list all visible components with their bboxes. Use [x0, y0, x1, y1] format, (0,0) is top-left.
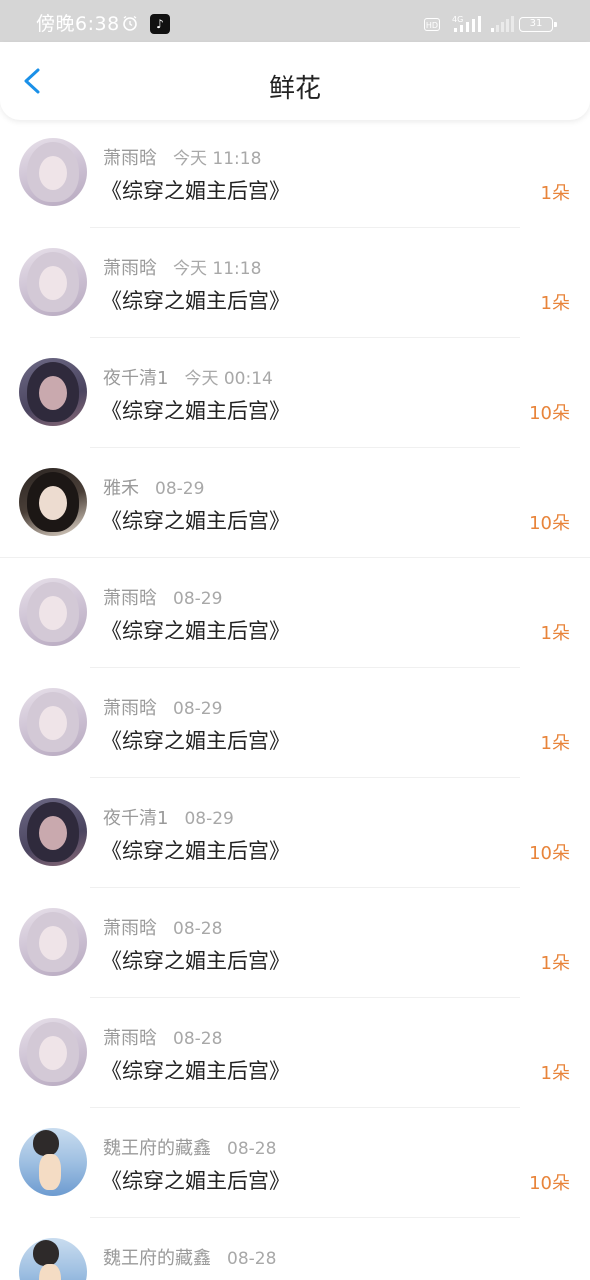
- page-title: 鲜花: [268, 74, 321, 104]
- avatar[interactable]: [19, 1018, 87, 1086]
- book-title[interactable]: 《综穿之媚主后宫》: [101, 285, 290, 315]
- item-time: 08-29: [155, 479, 205, 499]
- book-title[interactable]: 《综穿之媚主后宫》: [101, 615, 290, 645]
- avatar[interactable]: [19, 1238, 87, 1280]
- avatar[interactable]: [19, 688, 87, 756]
- item-time: 今天 00:14: [184, 369, 273, 389]
- book-title[interactable]: 《综穿之媚主后宫》: [101, 725, 290, 755]
- user-name[interactable]: 夜千清1: [103, 808, 168, 829]
- battery-icon: 31: [519, 17, 557, 32]
- list-item[interactable]: 魏王府的藏鑫 08-28 《综穿之媚主后宫》 10朵: [0, 1108, 590, 1218]
- flower-count: 10朵: [529, 1173, 570, 1194]
- tiktok-icon: ♪: [150, 14, 170, 34]
- book-title[interactable]: 《综穿之媚主后宫》: [101, 835, 290, 865]
- nav-bar: 鲜花: [0, 42, 590, 120]
- book-title[interactable]: 《综穿之媚主后宫》: [101, 505, 290, 535]
- list-item[interactable]: 夜千清1 今天 00:14 《综穿之媚主后宫》 10朵: [0, 338, 590, 448]
- book-title[interactable]: 《综穿之媚主后宫》: [101, 1165, 290, 1195]
- list-item[interactable]: 夜千清1 08-29 《综穿之媚主后宫》 10朵: [0, 778, 590, 888]
- secondary-signal-icon: [491, 16, 514, 32]
- item-meta: 夜千清1 今天 00:14: [103, 364, 273, 390]
- list-item[interactable]: 萧雨晗 今天 11:18 《综穿之媚主后宫》 1朵: [0, 118, 590, 228]
- user-name[interactable]: 萧雨晗: [103, 588, 157, 609]
- flower-count: 1朵: [540, 183, 570, 204]
- flower-count: 1朵: [540, 733, 570, 754]
- book-title[interactable]: 《综穿之媚主后宫》: [101, 945, 290, 975]
- item-meta: 萧雨晗 08-29: [103, 584, 222, 610]
- item-time: 08-28: [173, 1029, 223, 1049]
- item-meta: 魏王府的藏鑫 08-28: [103, 1244, 276, 1270]
- flower-count: 1朵: [540, 623, 570, 644]
- flower-list: 萧雨晗 今天 11:18 《综穿之媚主后宫》 1朵 萧雨晗 今天 11:18 《综穿…: [0, 118, 590, 1280]
- list-item[interactable]: 雅禾 08-29 《综穿之媚主后宫》 10朵: [0, 448, 590, 558]
- screen: 傍晚6:38 ♪ HD 4G 31 鲜花 萧雨晗 今天 11:18 《综穿之媚主…: [0, 0, 590, 1280]
- avatar[interactable]: [19, 798, 87, 866]
- item-meta: 夜千清1 08-29: [103, 804, 234, 830]
- avatar[interactable]: [19, 908, 87, 976]
- flower-count: 1朵: [540, 1063, 570, 1084]
- avatar[interactable]: [19, 468, 87, 536]
- flower-count: 1朵: [540, 953, 570, 974]
- list-item[interactable]: 萧雨晗 今天 11:18 《综穿之媚主后宫》 1朵: [0, 228, 590, 338]
- user-name[interactable]: 萧雨晗: [103, 698, 157, 719]
- item-time: 08-29: [173, 589, 223, 609]
- user-name[interactable]: 夜千清1: [103, 368, 168, 389]
- network-type-label: 4G: [452, 15, 463, 24]
- item-meta: 萧雨晗 08-28: [103, 914, 222, 940]
- user-name[interactable]: 萧雨晗: [103, 258, 157, 279]
- book-title[interactable]: 《综穿之媚主后宫》: [101, 1055, 290, 1085]
- item-meta: 萧雨晗 今天 11:18: [103, 254, 261, 280]
- cellular-signal-icon: 4G: [452, 15, 481, 32]
- book-title[interactable]: 《综穿之媚主后宫》: [101, 175, 290, 205]
- flower-count: 10朵: [529, 403, 570, 424]
- user-name[interactable]: 雅禾: [103, 478, 139, 499]
- item-meta: 雅禾 08-29: [103, 474, 204, 500]
- book-title[interactable]: 《综穿之媚主后宫》: [101, 395, 290, 425]
- item-time: 今天 11:18: [173, 149, 262, 169]
- user-name[interactable]: 萧雨晗: [103, 148, 157, 169]
- list-item[interactable]: 魏王府的藏鑫 08-28: [0, 1218, 590, 1280]
- item-meta: 萧雨晗 08-29: [103, 694, 222, 720]
- list-item[interactable]: 萧雨晗 08-28 《综穿之媚主后宫》 1朵: [0, 888, 590, 998]
- item-meta: 魏王府的藏鑫 08-28: [103, 1134, 276, 1160]
- item-time: 08-29: [173, 699, 223, 719]
- item-time: 08-29: [184, 809, 234, 829]
- status-bar: 傍晚6:38 ♪ HD 4G 31: [0, 0, 590, 42]
- user-name[interactable]: 魏王府的藏鑫: [103, 1138, 211, 1159]
- user-name[interactable]: 萧雨晗: [103, 918, 157, 939]
- list-item[interactable]: 萧雨晗 08-28 《综穿之媚主后宫》 1朵: [0, 998, 590, 1108]
- avatar[interactable]: [19, 138, 87, 206]
- user-name[interactable]: 萧雨晗: [103, 1028, 157, 1049]
- user-name[interactable]: 魏王府的藏鑫: [103, 1248, 211, 1269]
- item-meta: 萧雨晗 今天 11:18: [103, 144, 261, 170]
- avatar[interactable]: [19, 578, 87, 646]
- item-time: 08-28: [173, 919, 223, 939]
- alarm-icon: [123, 15, 137, 31]
- flower-count: 10朵: [529, 513, 570, 534]
- avatar[interactable]: [19, 1128, 87, 1196]
- item-time: 08-28: [227, 1249, 277, 1269]
- item-time: 08-28: [227, 1139, 277, 1159]
- avatar[interactable]: [19, 358, 87, 426]
- status-time: 傍晚6:38: [36, 13, 120, 35]
- avatar[interactable]: [19, 248, 87, 316]
- hd-icon: HD: [424, 18, 440, 31]
- list-item[interactable]: 萧雨晗 08-29 《综穿之媚主后宫》 1朵: [0, 558, 590, 668]
- flower-count: 1朵: [540, 293, 570, 314]
- item-meta: 萧雨晗 08-28: [103, 1024, 222, 1050]
- list-item[interactable]: 萧雨晗 08-29 《综穿之媚主后宫》 1朵: [0, 668, 590, 778]
- flower-count: 10朵: [529, 843, 570, 864]
- item-time: 今天 11:18: [173, 259, 262, 279]
